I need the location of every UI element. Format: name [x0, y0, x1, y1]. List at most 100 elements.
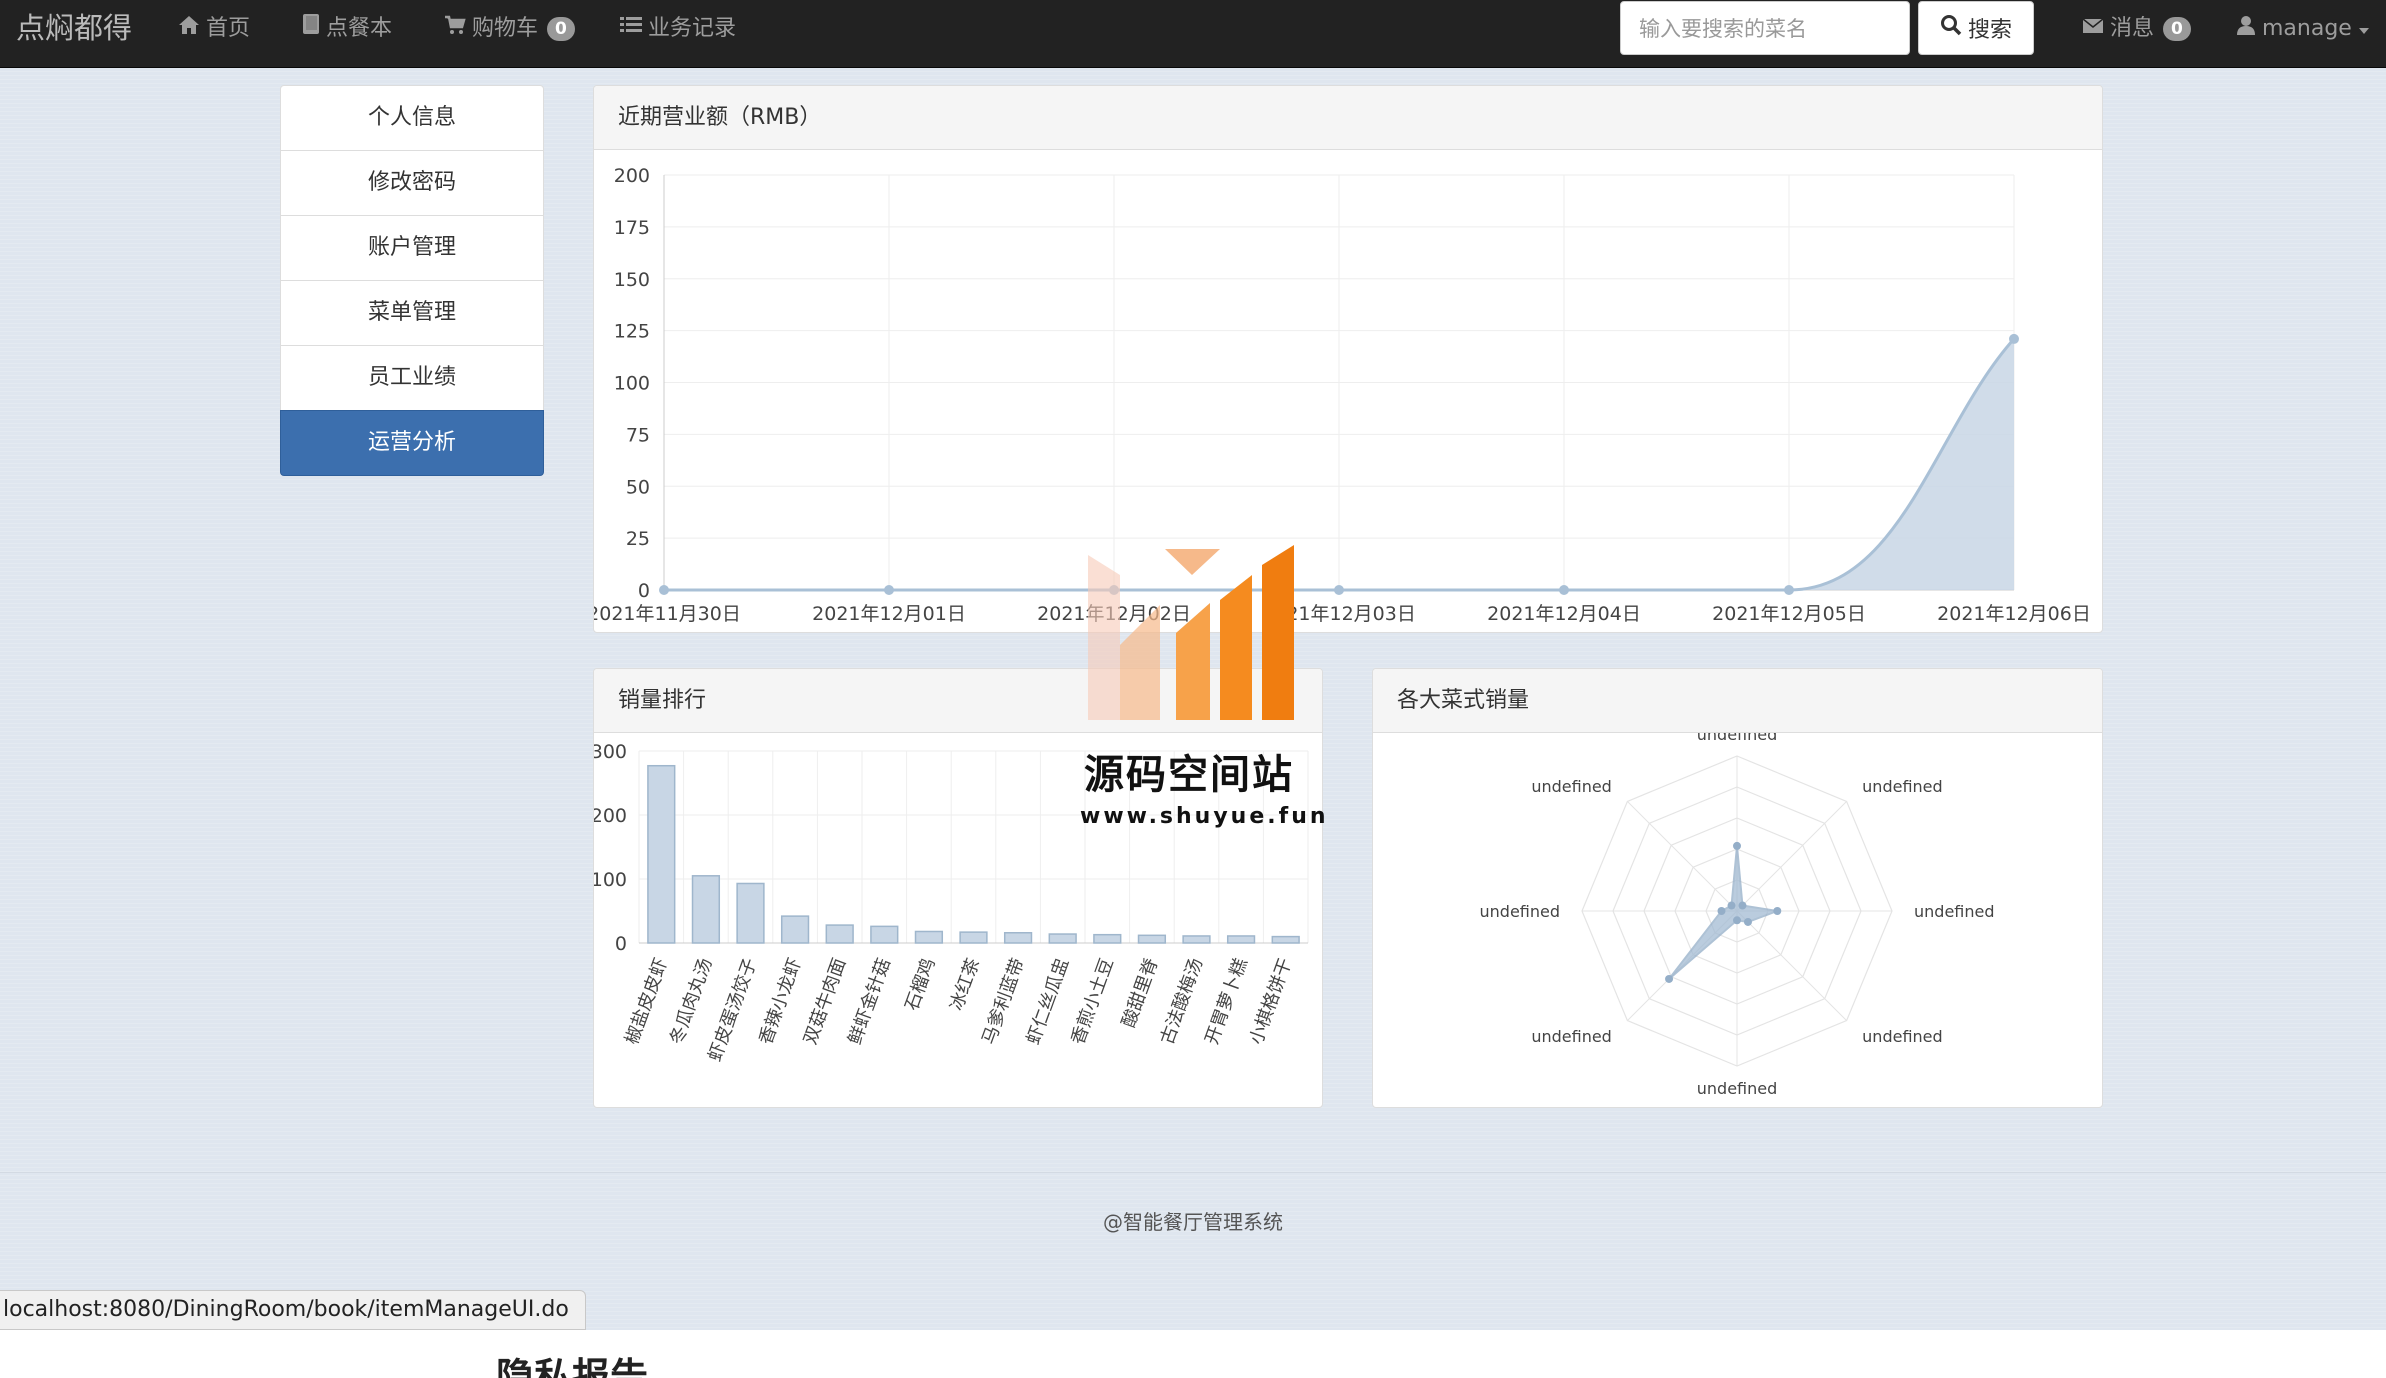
- y-tick-label: 75: [626, 424, 650, 446]
- sidebar-item-account-management[interactable]: 账户管理: [280, 215, 544, 281]
- y-tick-label: 200: [594, 805, 627, 827]
- sidebar-item-menu-management[interactable]: 菜单管理: [280, 280, 544, 346]
- revenue-point: [884, 585, 894, 595]
- nav-messages[interactable]: 消息 0: [2082, 12, 2191, 46]
- y-tick-label: 0: [615, 933, 627, 955]
- book-icon: [302, 12, 320, 46]
- x-tick-label: 2021年11月30日: [594, 603, 741, 625]
- brand-logo[interactable]: 点焖都得: [16, 8, 132, 48]
- y-tick-label: 200: [614, 165, 650, 187]
- sales-bar: [1093, 933, 1122, 944]
- radar-point: [1717, 907, 1726, 915]
- sales-bar: [780, 915, 810, 944]
- nav-messages-label: 消息: [2110, 16, 2155, 41]
- radar-axis-label: undefined: [1480, 902, 1561, 921]
- category-radar-chart: undefined undefined undefined undefined unde…: [1480, 725, 1995, 1098]
- sales-bar: [647, 764, 676, 944]
- search-icon: [1940, 14, 1962, 42]
- category-label: 古法酸梅汤: [1157, 956, 1208, 1048]
- list-icon: [620, 12, 642, 46]
- x-tick-label: 2021年12月01日: [812, 603, 966, 625]
- footer-copyright: @智能餐厅管理系统: [1103, 1210, 1283, 1234]
- x-tick-label: 2021年12月04日: [1487, 603, 1641, 625]
- messages-count-badge: 0: [2163, 17, 2191, 41]
- sales-bar: [1048, 933, 1077, 944]
- watermark-title: 源码空间站: [1084, 752, 1294, 798]
- category-label: 香辣小龙虾: [755, 956, 806, 1048]
- sales-bar: [736, 882, 765, 944]
- revenue-area-chart: 0 25 50 75 100 125 150 175 200 2021年11月30日 2021年12…: [594, 165, 2091, 625]
- radar-point: [1727, 901, 1736, 910]
- y-tick-label: 175: [614, 217, 650, 239]
- user-menu[interactable]: manage: [2236, 12, 2370, 46]
- category-label: 小棋格饼干: [1246, 956, 1297, 1048]
- sidebar-item-change-password[interactable]: 修改密码: [280, 150, 544, 216]
- sidebar: 个人信息 修改密码 账户管理 菜单管理 员工业绩 运营分析: [280, 85, 544, 476]
- category-panel-title: 各大菜式销量: [1373, 669, 2102, 733]
- revenue-panel-title: 近期营业额（RMB）: [594, 86, 2102, 150]
- nav-menu-book-label: 点餐本: [326, 16, 393, 41]
- sales-bar: [1137, 934, 1167, 944]
- search-button-label: 搜索: [1967, 18, 2012, 43]
- nav-cart[interactable]: 购物车 0: [444, 12, 575, 46]
- category-label: 椒盐皮皮虾: [621, 956, 672, 1048]
- revenue-panel: 近期营业额（RMB） 0 25 50 75 100 125 150 175 200 2021年11…: [593, 85, 2103, 633]
- revenue-point: [2009, 333, 2019, 344]
- radar-point: [1738, 901, 1747, 910]
- category-label: 酸甜里脊: [1118, 956, 1162, 1031]
- sidebar-item-operations-analysis[interactable]: 运营分析: [280, 410, 544, 476]
- revenue-point: [1559, 585, 1569, 595]
- cart-icon: [444, 12, 466, 46]
- y-tick-label: 100: [594, 869, 627, 891]
- radar-point: [1743, 917, 1752, 926]
- search-button[interactable]: 搜索: [1918, 1, 2034, 55]
- y-tick-label: 300: [594, 741, 627, 763]
- sales-bar: [870, 925, 899, 944]
- category-panel: 各大菜式销量 undefined undefined undefined undefi…: [1372, 668, 2103, 1108]
- radar-axis-label: undefined: [1697, 1079, 1778, 1098]
- revenue-point: [659, 585, 669, 595]
- sales-bar: [691, 875, 721, 944]
- radar-axis-label: undefined: [1914, 902, 1995, 921]
- sales-rank-panel: 销量排行 0 100 200 300 椒盐皮皮虾 冬瓜肉丸汤 虾皮蛋汤饺子 香辣小龙虾 双菇牛肉…: [593, 668, 1323, 1108]
- category-label: 香煎小土豆: [1067, 956, 1118, 1048]
- radar-point: [1773, 907, 1782, 915]
- sidebar-item-personal-info[interactable]: 个人信息: [280, 85, 544, 151]
- nav-records[interactable]: 业务记录: [620, 12, 736, 46]
- sidebar-item-staff-performance[interactable]: 员工业绩: [280, 345, 544, 411]
- radar-axis-label: undefined: [1862, 1027, 1943, 1046]
- sales-bar: [1003, 932, 1033, 944]
- sales-bar: [825, 924, 854, 944]
- watermark-logo: [1080, 545, 1320, 724]
- y-tick-label: 25: [626, 528, 650, 550]
- top-navbar: 点焖都得 首页 点餐本 购物车 0 业务记录 输入要搜索的菜名 搜索 消息 0 …: [0, 0, 2386, 68]
- nav-home[interactable]: 首页: [178, 12, 250, 46]
- category-label: 鲜虾金针菇: [844, 956, 895, 1048]
- category-label: 开胃萝卜糕: [1201, 956, 1252, 1048]
- watermark-url: www.shuyue.fun: [1080, 804, 1329, 829]
- sales-bar: [914, 930, 944, 944]
- user-icon: [2236, 12, 2256, 46]
- nav-menu-book[interactable]: 点餐本: [302, 12, 392, 46]
- nav-cart-label: 购物车: [472, 16, 539, 41]
- revenue-point: [1784, 585, 1794, 595]
- radar-axis-label: undefined: [1531, 1027, 1612, 1046]
- nav-records-label: 业务记录: [648, 16, 737, 41]
- home-icon: [178, 12, 200, 46]
- x-tick-label: 2021年12月05日: [1712, 603, 1866, 625]
- radar-axis-label: undefined: [1531, 777, 1612, 796]
- category-label: 虾仁丝瓜盅: [1023, 956, 1074, 1048]
- below-fold-heading: 隐私报告: [496, 1355, 649, 1378]
- radar-axis-label: undefined: [1862, 777, 1943, 796]
- category-label: 冬瓜肉丸汤: [666, 956, 717, 1048]
- radar-point: [1733, 841, 1741, 850]
- y-tick-label: 50: [626, 476, 650, 498]
- envelope-icon: [2082, 12, 2104, 46]
- search-input[interactable]: 输入要搜索的菜名: [1620, 1, 1910, 55]
- category-label: 石榴鸡: [901, 956, 939, 1014]
- category-label: 双菇牛肉面: [800, 956, 851, 1048]
- category-label: 冰红茶: [946, 956, 984, 1014]
- search-placeholder: 输入要搜索的菜名: [1639, 17, 1807, 41]
- y-tick-label: 150: [614, 269, 650, 291]
- sales-bar: [1182, 935, 1211, 944]
